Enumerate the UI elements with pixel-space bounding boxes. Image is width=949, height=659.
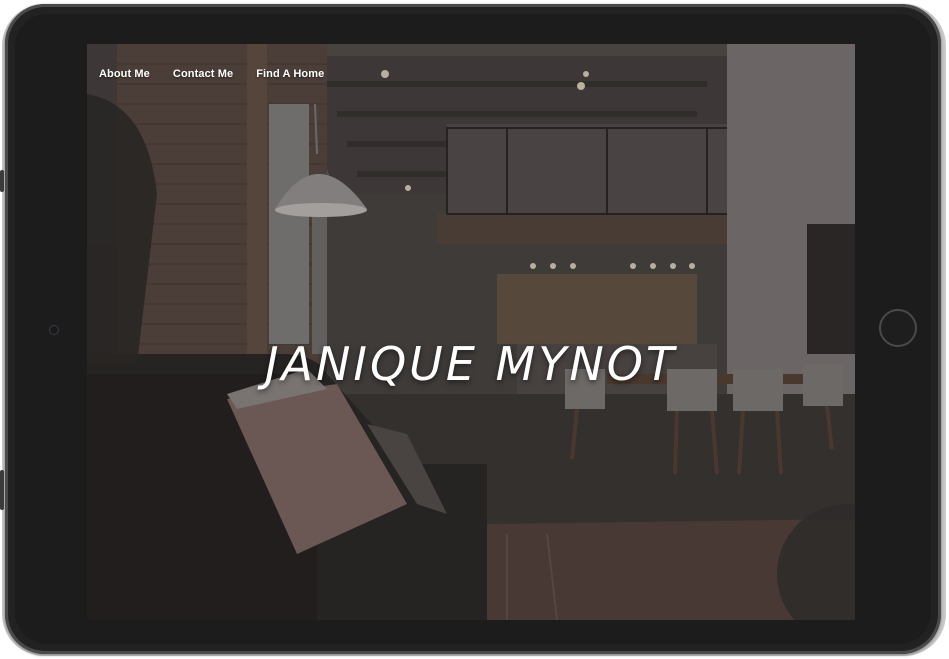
nav-find-a-home[interactable]: Find A Home	[256, 68, 324, 80]
side-button-top	[0, 170, 4, 192]
home-button[interactable]	[879, 309, 917, 347]
nav-contact-me[interactable]: Contact Me	[173, 68, 233, 80]
hero-title: JANIQUE MYNOT	[264, 336, 678, 391]
camera-icon	[49, 325, 59, 335]
top-navigation: About Me Contact Me Find A Home	[99, 68, 324, 80]
nav-about-me[interactable]: About Me	[99, 68, 150, 80]
dark-overlay	[87, 44, 855, 620]
side-button-bottom	[0, 470, 4, 510]
website-screen: About Me Contact Me Find A Home JANIQUE …	[87, 44, 855, 620]
